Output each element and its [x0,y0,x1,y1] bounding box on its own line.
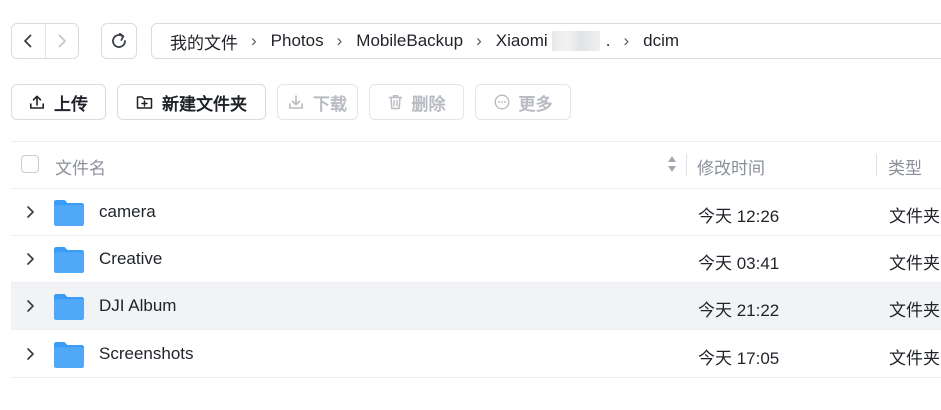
file-list-header: 文件名 修改时间 类型 [11,141,941,189]
folder-plus-icon [136,94,153,110]
select-all-checkbox[interactable] [21,155,39,173]
column-divider[interactable] [686,154,687,176]
chevron-right-icon[interactable] [25,346,35,367]
breadcrumb-item-mobilebackup[interactable]: MobileBackup [356,31,463,51]
folder-icon [53,341,85,374]
file-type: 文件夹 [889,301,940,320]
breadcrumb-item-dcim[interactable]: dcim [643,31,679,51]
delete-label: 删除 [411,94,446,114]
modified-time: 今天 17:05 [698,349,780,368]
table-row[interactable]: Screenshots 今天 17:05 文件夹 [11,331,941,378]
history-nav [11,23,79,59]
back-button[interactable] [12,24,45,58]
breadcrumb-separator: › [251,31,257,50]
table-row[interactable]: DJI Album 今天 21:22 文件夹 [11,283,941,330]
redacted-suffix: . [605,30,611,50]
chevron-right-icon[interactable] [25,298,35,319]
breadcrumb-item-photos[interactable]: Photos [271,31,324,51]
modified-time: 今天 21:22 [698,301,780,320]
toolbar: 上传 新建文件夹 下载 删除 更多 [11,84,571,120]
more-label: 更多 [518,94,553,114]
modified-time: 今天 03:41 [698,254,780,273]
redacted-text [551,31,600,52]
table-row[interactable]: Creative 今天 03:41 文件夹 [11,236,941,283]
chevron-right-icon[interactable] [25,251,35,272]
download-icon [288,94,304,110]
chevron-right-icon[interactable] [25,204,35,225]
column-header-name[interactable]: 文件名 [55,154,106,179]
breadcrumb-item-xiaomi-label: Xiaomi [495,30,548,50]
chevron-right-icon [58,34,66,48]
delete-button[interactable]: 删除 [369,84,464,120]
refresh-icon [112,32,126,48]
file-name[interactable]: Screenshots [99,344,194,364]
more-icon [493,94,510,110]
upload-icon [29,94,45,110]
breadcrumb-item-my-files[interactable]: 我的文件 [170,29,238,54]
upload-button[interactable]: 上传 [11,84,106,120]
refresh-button[interactable] [101,23,137,59]
chevron-left-icon [24,34,32,48]
file-type: 文件夹 [889,349,940,368]
file-name[interactable]: camera [99,202,156,222]
breadcrumb-separator: › [336,31,343,50]
folder-icon [53,199,85,232]
folder-icon [53,246,85,279]
breadcrumb: 我的文件 › Photos › MobileBackup › Xiaomi. ›… [151,23,941,59]
file-name[interactable]: Creative [99,249,162,269]
download-button[interactable]: 下载 [277,84,358,120]
download-label: 下载 [313,94,347,114]
breadcrumb-separator: › [623,31,630,50]
trash-icon [388,94,403,110]
column-header-modified[interactable]: 修改时间 [697,154,765,179]
file-type: 文件夹 [889,254,940,273]
column-divider[interactable] [876,154,877,176]
folder-icon [53,293,85,326]
modified-time: 今天 12:26 [698,207,780,226]
new-folder-label: 新建文件夹 [162,94,247,114]
file-name[interactable]: DJI Album [99,296,176,316]
breadcrumb-separator: › [476,31,482,50]
upload-label: 上传 [54,94,88,114]
column-header-type[interactable]: 类型 [888,154,922,179]
new-folder-button[interactable]: 新建文件夹 [117,84,266,120]
forward-button[interactable] [44,24,79,58]
file-type: 文件夹 [889,207,940,226]
breadcrumb-item-xiaomi[interactable]: Xiaomi. [495,30,611,52]
sort-icon[interactable] [667,153,677,180]
table-row[interactable]: camera 今天 12:26 文件夹 [11,189,941,236]
more-button[interactable]: 更多 [475,84,571,120]
